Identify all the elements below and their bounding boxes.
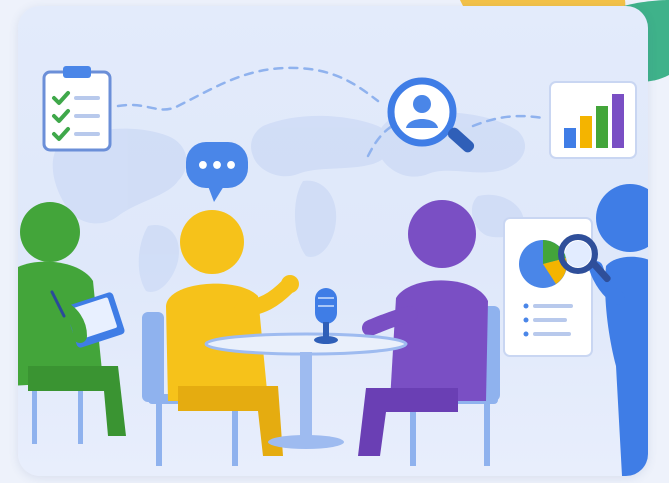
illustration-frame: ••• — [0, 0, 669, 483]
purple-person — [358, 200, 488, 456]
green-person-with-clipboard — [18, 202, 126, 444]
bar-chart-icon — [549, 81, 637, 159]
speech-bubble-icon: ••• — [186, 142, 248, 202]
speech-bubble-dots: ••• — [196, 154, 238, 179]
clipboard-checklist-icon — [42, 66, 112, 152]
research-interview-illustration: ••• — [18, 66, 648, 476]
scene-card: ••• — [18, 6, 648, 476]
